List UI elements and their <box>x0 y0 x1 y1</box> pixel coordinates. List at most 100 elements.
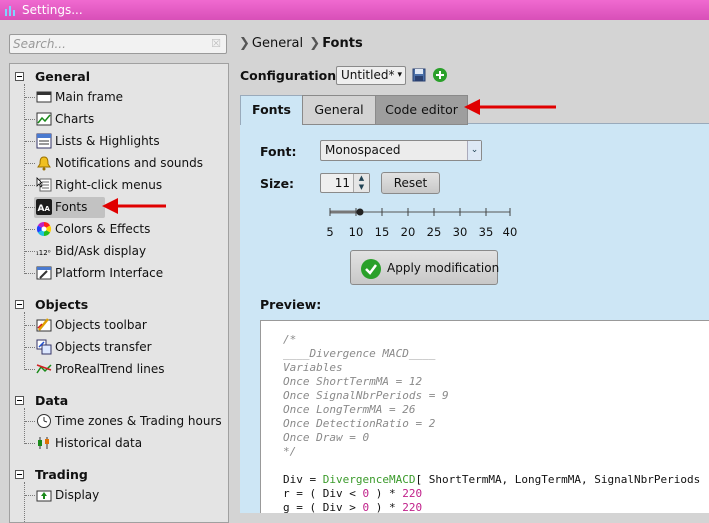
code-line: Once ShortTermMA = 12 <box>283 375 423 388</box>
clear-search-icon[interactable]: ☒ <box>211 35 221 53</box>
tree-item-label: Bid/Ask display <box>55 244 147 258</box>
tree-item-bid-ask-display[interactable]: ₁12⁰ Bid/Ask display <box>24 241 224 261</box>
size-slider[interactable] <box>328 205 512 219</box>
svg-text:A: A <box>45 205 51 213</box>
historical-data-icon <box>38 437 49 449</box>
font-value: Monospaced <box>325 143 401 157</box>
tree-item-label: Objects toolbar <box>55 318 147 332</box>
collapse-icon[interactable] <box>15 72 24 81</box>
app-icon <box>5 6 15 16</box>
size-label: Size: <box>260 176 295 191</box>
save-icon[interactable] <box>412 68 426 82</box>
add-configuration-icon[interactable] <box>432 67 448 83</box>
breadcrumb-general[interactable]: General <box>252 36 303 51</box>
size-stepper[interactable]: 11 ▲ ▼ <box>320 173 370 193</box>
objects-toolbar-icon <box>36 318 52 332</box>
breadcrumb-fonts: Fonts <box>322 36 363 51</box>
tree-item-right-click-menus[interactable]: Right-click menus <box>24 175 224 195</box>
apply-modification-label: Apply modification <box>387 261 500 275</box>
tree-item-label: Fonts <box>55 200 88 214</box>
code-line: Div = DivergenceMACD[ ShortTermMA, LongT… <box>283 473 701 486</box>
tree-item-label: Charts <box>55 112 95 126</box>
slider-thumb[interactable] <box>356 208 364 216</box>
tree-group-label: Trading <box>35 467 88 482</box>
code-line: */ <box>283 445 297 458</box>
platform-interface-icon <box>36 266 52 280</box>
collapse-icon[interactable] <box>15 300 24 309</box>
search-input[interactable]: Search... ☒ <box>9 34 227 54</box>
slider-tick-label: 10 <box>348 225 364 239</box>
tree-group-label: Objects <box>35 297 89 312</box>
tree-item-label: Historical data <box>55 436 143 450</box>
checkmark-icon <box>361 259 381 279</box>
code-line: r = ( Div < 0 ) * 220 <box>283 487 423 500</box>
search-placeholder: Search... <box>13 37 66 51</box>
bell-icon <box>37 156 51 171</box>
chevron-down-icon: ▾ <box>397 70 402 80</box>
charts-icon <box>36 112 52 126</box>
slider-tick-label: 30 <box>452 225 468 239</box>
tree-item-lists-highlights[interactable]: Lists & Highlights <box>24 131 224 151</box>
tree-group-label: Data <box>35 393 69 408</box>
tree-item-time-zones[interactable]: Time zones & Trading hours <box>24 411 224 431</box>
slider-tick-label: 15 <box>374 225 390 239</box>
tree-item-label: ProRealTrend lines <box>55 362 165 376</box>
code-line: Variables <box>283 361 343 374</box>
preview-label: Preview: <box>260 297 322 312</box>
code-text: /* ____Divergence MACD____ Variables Once S… <box>283 333 700 513</box>
slider-tick-label: 20 <box>400 225 416 239</box>
configuration-value: Untitled* <box>341 68 395 82</box>
reset-button[interactable]: Reset <box>381 172 440 194</box>
tab-fonts[interactable]: Fonts <box>240 95 303 125</box>
annotation-arrow <box>102 198 166 214</box>
slider-tick-label: 40 <box>502 225 518 239</box>
breadcrumb: ❯ General ❯ Fonts <box>237 36 363 51</box>
apply-modification-button[interactable]: Apply modification <box>350 250 500 285</box>
tree-item-label: Notifications and sounds <box>55 156 203 170</box>
objects-transfer-icon <box>36 339 52 355</box>
tree-item-display[interactable]: Display <box>24 485 224 505</box>
tree-item-label: Colors & Effects <box>55 222 151 236</box>
tab-code-editor[interactable]: Code editor <box>375 95 468 125</box>
settings-tree: General Main frame Charts Lists & Highli… <box>9 63 229 523</box>
tree-item-label: Time zones & Trading hours <box>55 414 222 428</box>
stepper-arrows-icon[interactable]: ▲ ▼ <box>353 174 369 192</box>
tree-item-main-frame[interactable]: Main frame <box>24 87 224 107</box>
tree-item-historical-data[interactable]: Historical data <box>24 433 224 453</box>
tree-item-charts[interactable]: Charts <box>24 109 224 129</box>
code-line: ____Divergence MACD____ <box>283 347 436 360</box>
code-line: Once LongTermMA = 26 <box>283 403 416 416</box>
collapse-icon[interactable] <box>15 470 24 479</box>
code-line: Once DetectionRatio = 2 <box>283 417 436 430</box>
trend-lines-icon <box>36 364 52 374</box>
code-preview[interactable]: /* ____Divergence MACD____ Variables Once S… <box>260 320 709 513</box>
tree-item-objects-transfer[interactable]: Objects transfer <box>24 337 224 357</box>
tree-item-objects-toolbar[interactable]: Objects toolbar <box>24 315 224 335</box>
tree-item-platform-interface[interactable]: Platform Interface <box>24 263 224 283</box>
menu-icon <box>36 177 52 192</box>
font-select[interactable]: Monospaced ⌄ <box>320 140 482 161</box>
tree-item-label: Lists & Highlights <box>55 134 160 148</box>
code-line: Once Draw = 0 <box>283 431 370 444</box>
tree-item-notifications[interactable]: Notifications and sounds <box>24 153 224 173</box>
svg-text:₁12⁰: ₁12⁰ <box>36 249 51 257</box>
tree-item-prorealtrend-lines[interactable]: ProRealTrend lines <box>24 359 224 379</box>
chevron-right-icon: ❯ <box>239 36 250 51</box>
configuration-select[interactable]: Untitled* ▾ <box>336 66 406 85</box>
tree-item-label: Display <box>55 488 100 502</box>
code-line: Once SignalNbrPeriods = 9 <box>283 389 449 402</box>
chevron-down-icon: ⌄ <box>467 141 481 160</box>
font-label: Font: <box>260 144 297 159</box>
annotation-arrow <box>464 99 556 115</box>
code-line: g = ( Div > 0 ) * 220 <box>283 501 423 513</box>
configuration-label: Configuration: <box>240 68 342 83</box>
tree-item-colors-effects[interactable]: Colors & Effects <box>24 219 224 239</box>
color-wheel-icon <box>36 221 52 237</box>
tab-general[interactable]: General <box>302 95 376 125</box>
fonts-icon: AA <box>36 199 52 215</box>
collapse-icon[interactable] <box>15 396 24 405</box>
chevron-right-icon: ❯ <box>309 36 321 51</box>
slider-tick-label: 5 <box>326 225 334 239</box>
bid-ask-icon: ₁12⁰ <box>36 249 51 257</box>
title-bar: Settings... <box>0 0 709 20</box>
